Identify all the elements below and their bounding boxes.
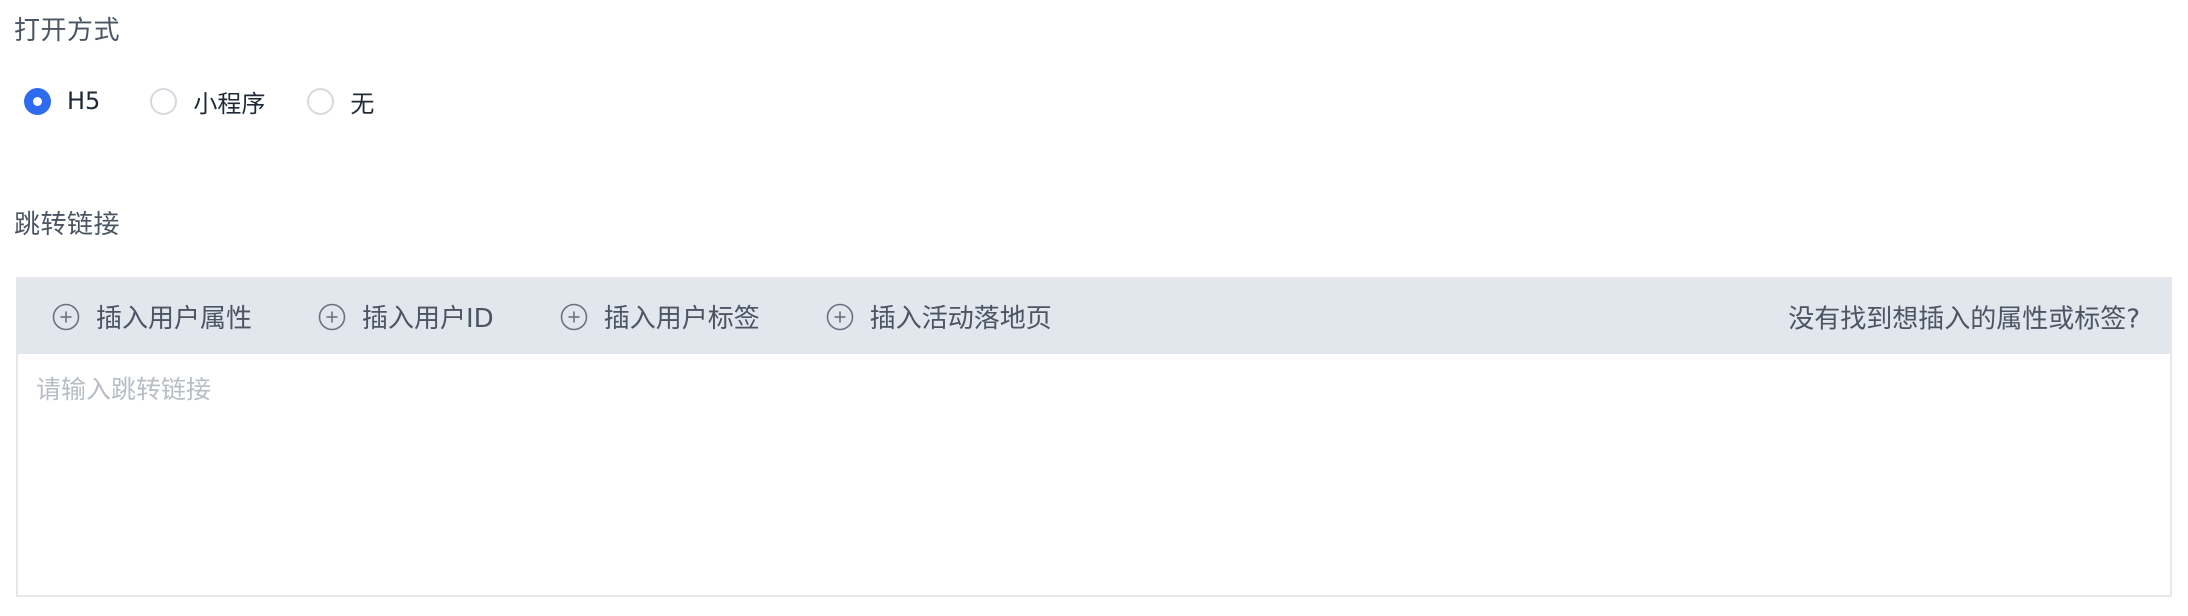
- radio-unchecked-icon[interactable]: [150, 87, 178, 115]
- plus-circle-icon: [826, 303, 854, 330]
- toolbar-item-label: 插入用户属性: [96, 304, 253, 334]
- plus-circle-icon: [318, 303, 346, 330]
- plus-circle-icon: [52, 303, 80, 330]
- open-mode-radio-group: H5 小程序 无: [24, 84, 374, 118]
- editor-toolbar: 插入用户属性 插入用户ID 插入用户标签 插入活动落地页 没有找到想插入的属性或…: [18, 279, 2170, 354]
- radio-label-miniprogram: 小程序: [193, 89, 266, 118]
- radio-option-none[interactable]: 无: [307, 84, 374, 119]
- insert-user-attribute-button[interactable]: 插入用户属性: [52, 298, 252, 335]
- toolbar-item-label: 插入活动落地页: [869, 304, 1052, 334]
- radio-label-h5: H5: [67, 87, 101, 115]
- radio-option-miniprogram[interactable]: 小程序: [150, 84, 265, 119]
- jump-link-label: 跳转链接: [14, 210, 121, 240]
- insert-user-id-button[interactable]: 插入用户ID: [318, 298, 494, 335]
- toolbar-item-label: 插入用户标签: [603, 304, 760, 334]
- radio-checked-icon[interactable]: [24, 87, 51, 115]
- radio-option-h5[interactable]: H5: [24, 87, 100, 115]
- plus-circle-icon: [560, 303, 588, 330]
- jump-link-input[interactable]: [18, 354, 2170, 595]
- open-mode-label: 打开方式: [14, 16, 121, 46]
- insert-user-tag-button[interactable]: 插入用户标签: [560, 298, 760, 335]
- radio-label-none: 无: [350, 89, 375, 118]
- radio-unchecked-icon[interactable]: [307, 87, 335, 115]
- jump-link-editor: 插入用户属性 插入用户ID 插入用户标签 插入活动落地页 没有找到想插入的属性或…: [16, 277, 2172, 597]
- insert-landing-page-button[interactable]: 插入活动落地页: [826, 298, 1052, 335]
- toolbar-item-label: 插入用户ID: [362, 304, 494, 334]
- missing-attribute-help-link[interactable]: 没有找到想插入的属性或标签?: [1788, 298, 2140, 335]
